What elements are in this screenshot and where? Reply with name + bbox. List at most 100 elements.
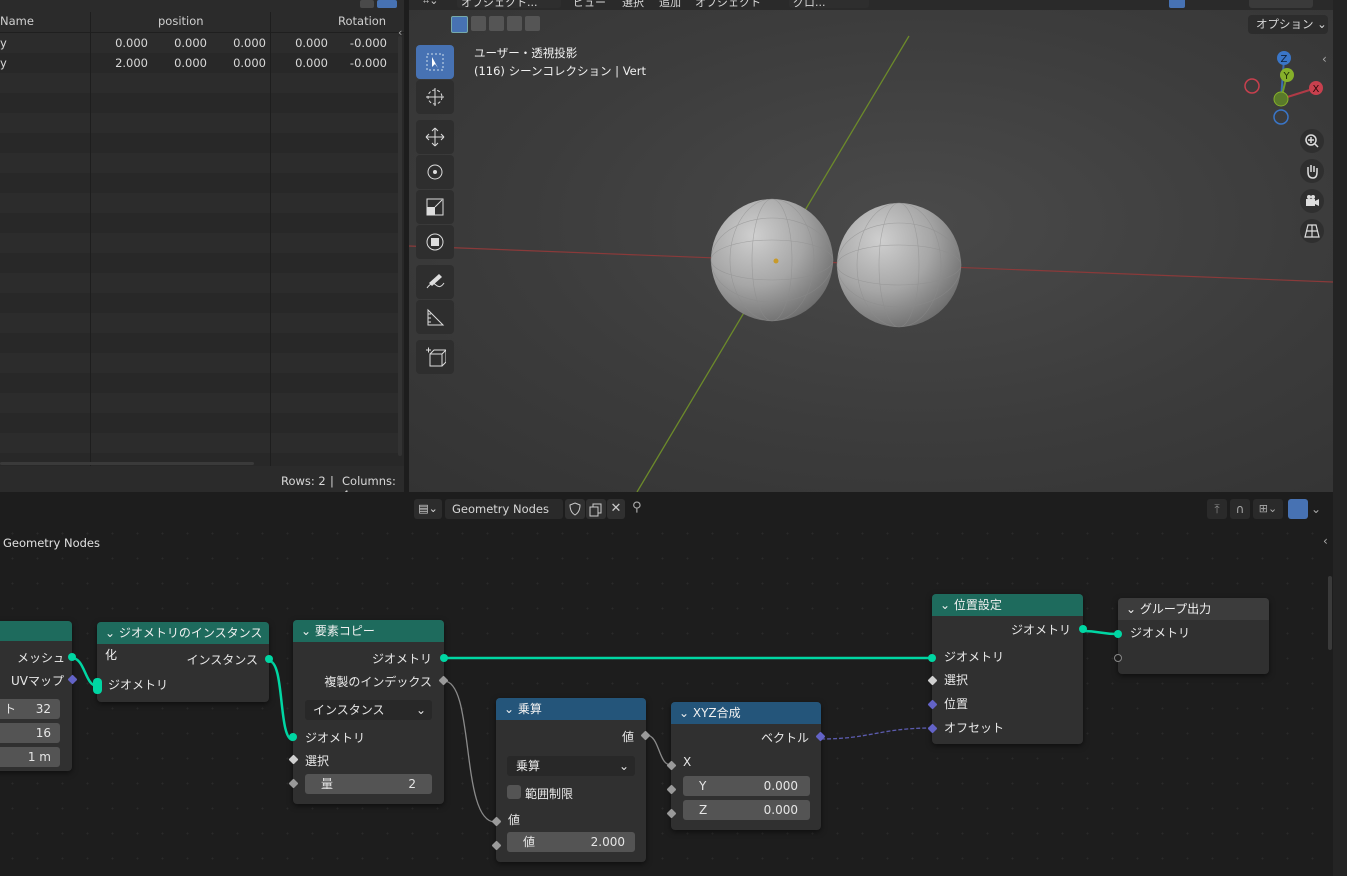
measure-tool[interactable] — [416, 300, 454, 334]
math-multiply-node[interactable]: ⌄ 乗算 値 乗算 ⌄ 範囲制限 値 値 2.000 — [491, 698, 651, 862]
add-cube-icon — [426, 347, 446, 367]
group-output-node[interactable]: ⌄ グループ出力 ジオメトリ — [1114, 598, 1269, 674]
socket-label: ジオメトリ — [1130, 626, 1191, 640]
socket-label: ジオメトリ — [944, 650, 1005, 664]
filter-icon[interactable] — [360, 0, 374, 8]
value-field[interactable]: 値 2.000 — [507, 832, 635, 852]
combine-xyz-node[interactable]: ⌄ XYZ合成 ベクトル X Y 0.000 Z 0.000 — [666, 702, 826, 830]
input-socket[interactable] — [289, 733, 297, 741]
socket-label: ベクトル — [760, 731, 809, 745]
annotate-tool[interactable] — [416, 265, 454, 299]
select-box-tool[interactable] — [416, 45, 454, 79]
rings-field[interactable]: 16 — [0, 723, 60, 743]
sidebar-toggle-chevron-icon[interactable]: ‹ — [1322, 52, 1327, 66]
selected-only-icon[interactable] — [377, 0, 397, 8]
rotate-tool[interactable] — [416, 155, 454, 189]
sphere-1 — [711, 199, 833, 321]
scale-tool[interactable] — [416, 190, 454, 224]
input-socket[interactable] — [928, 654, 936, 662]
uv-sphere-node[interactable]: メッシュ UVマップ ト 32 16 1 m — [0, 621, 78, 771]
spreadsheet-header: Name position Rotation — [0, 12, 404, 33]
horizontal-scrollbar[interactable] — [0, 462, 254, 465]
add-cube-tool[interactable] — [416, 340, 454, 374]
cell: 0.000 — [115, 36, 148, 50]
rows-count: Rows: 2 — [281, 474, 326, 488]
clamp-label: 範囲制限 — [525, 787, 574, 801]
collapse-chevron-icon[interactable]: ‹ — [398, 26, 402, 39]
zoom-icon[interactable] — [1300, 129, 1324, 153]
socket-label: 選択 — [944, 673, 969, 687]
cell-name: y — [0, 36, 7, 50]
output-socket[interactable] — [1079, 625, 1087, 633]
camera-icon[interactable] — [1300, 189, 1324, 213]
pan-hand-icon[interactable] — [1300, 159, 1324, 183]
3d-cursor-icon — [426, 88, 444, 106]
node-header[interactable]: ⌄ 乗算 — [496, 698, 646, 720]
duplicate-elements-node[interactable]: ⌄ 要素コピー ジオメトリ 複製のインデックス インスタンス ⌄ ジオメトリ 選択… — [288, 620, 449, 804]
node-header[interactable]: ⌄ 要素コピー — [293, 620, 444, 642]
input-socket[interactable] — [1114, 630, 1122, 638]
properties-edge — [1333, 0, 1347, 876]
col-name[interactable]: Name — [0, 14, 34, 28]
cell: 0.000 — [174, 36, 207, 50]
col-position[interactable]: position — [158, 14, 204, 28]
col-rotation[interactable]: Rotation — [338, 14, 386, 28]
cursor-select-icon — [426, 53, 444, 71]
vertical-scrollbar[interactable] — [398, 36, 402, 456]
collapse-chevron-icon: ⌄ — [504, 702, 518, 716]
cell: 0.000 — [295, 56, 328, 70]
socket-label: UVマップ — [11, 674, 64, 688]
node-header[interactable]: ⌄ XYZ合成 — [671, 702, 821, 724]
set-position-node[interactable]: ⌄ 位置設定 ジオメトリ ジオメトリ 選択 位置 オフセット — [927, 594, 1087, 744]
3d-viewport[interactable]: ⌗⌄ オブジェクト... ビュー 選択 追加 オブジェクト グロ... オプショ… — [409, 0, 1333, 492]
socket-label: 値 — [508, 813, 521, 827]
cell: -0.000 — [349, 36, 387, 50]
origin-point — [773, 258, 779, 264]
empty-socket[interactable] — [1114, 654, 1122, 662]
y-field[interactable]: Y 0.000 — [683, 776, 810, 796]
socket-label: ジオメトリ — [371, 652, 432, 666]
navigation-gizmo[interactable]: Z Y X — [1242, 45, 1332, 125]
geometry-to-instance-node[interactable]: ⌄ ジオメトリのインスタンス化 インスタンス ジオメトリ — [93, 622, 273, 702]
node-header[interactable]: ⌄ 位置設定 — [932, 594, 1083, 616]
node-editor[interactable]: ▤⌄ Geometry Nodes ✕ ⚲ ⤒ ∩ ⊞⌄ ⌄ Geometry … — [0, 496, 1333, 876]
socket-label: X — [683, 755, 692, 769]
ruler-icon — [427, 308, 445, 326]
socket-label: ジオメトリ — [1010, 623, 1071, 637]
view-title: ユーザー・透視投影 — [474, 46, 578, 60]
amount-field[interactable]: 量2 — [305, 774, 432, 794]
spreadsheet-editor: Name position Rotation y 0.000 0.000 0.0… — [0, 0, 404, 492]
chevron-down-icon: ⌄ — [415, 703, 426, 717]
cell: 0.000 — [295, 36, 328, 50]
rotate-icon — [427, 164, 443, 180]
socket-label: ジオメトリ — [305, 731, 366, 745]
socket-label: 位置 — [944, 697, 969, 711]
z-field[interactable]: Z 0.000 — [683, 800, 810, 820]
node-header[interactable]: ⌄ グループ出力 — [1118, 598, 1269, 620]
socket-label: メッシュ — [17, 651, 66, 665]
grid-perspective-icon[interactable] — [1300, 219, 1324, 243]
output-socket[interactable] — [68, 653, 76, 661]
clamp-checkbox[interactable] — [507, 785, 521, 799]
node-header[interactable]: ⌄ ジオメトリのインスタンス化 — [97, 622, 269, 662]
collapse-chevron-icon: ⌄ — [105, 626, 119, 640]
output-socket[interactable] — [265, 655, 273, 663]
spreadsheet-topbar — [0, 0, 404, 12]
cell: 0.000 — [233, 36, 266, 50]
segments-field[interactable]: ト 32 — [0, 699, 60, 719]
socket-label: ジオメトリ — [108, 678, 169, 692]
spreadsheet-footer: Rows: 2 | Columns: 4 — [0, 466, 404, 492]
collapse-chevron-icon: ⌄ — [301, 624, 315, 638]
table-row: y 0.000 0.000 0.000 0.000 -0.000 — [0, 33, 400, 53]
multi-input-socket[interactable] — [93, 678, 102, 694]
operation-dropdown[interactable]: 乗算 ⌄ — [507, 756, 635, 776]
radius-field[interactable]: 1 m — [0, 747, 60, 767]
socket-label: 選択 — [305, 754, 330, 768]
move-tool[interactable] — [416, 120, 454, 154]
collection-info: (116) シーンコレクション | Vert — [474, 64, 646, 78]
domain-dropdown[interactable]: インスタンス ⌄ — [305, 700, 432, 720]
transform-tool[interactable] — [416, 225, 454, 259]
cursor-tool[interactable] — [416, 80, 454, 114]
output-socket[interactable] — [440, 654, 448, 662]
columns-count: Columns: 4 — [342, 474, 396, 492]
